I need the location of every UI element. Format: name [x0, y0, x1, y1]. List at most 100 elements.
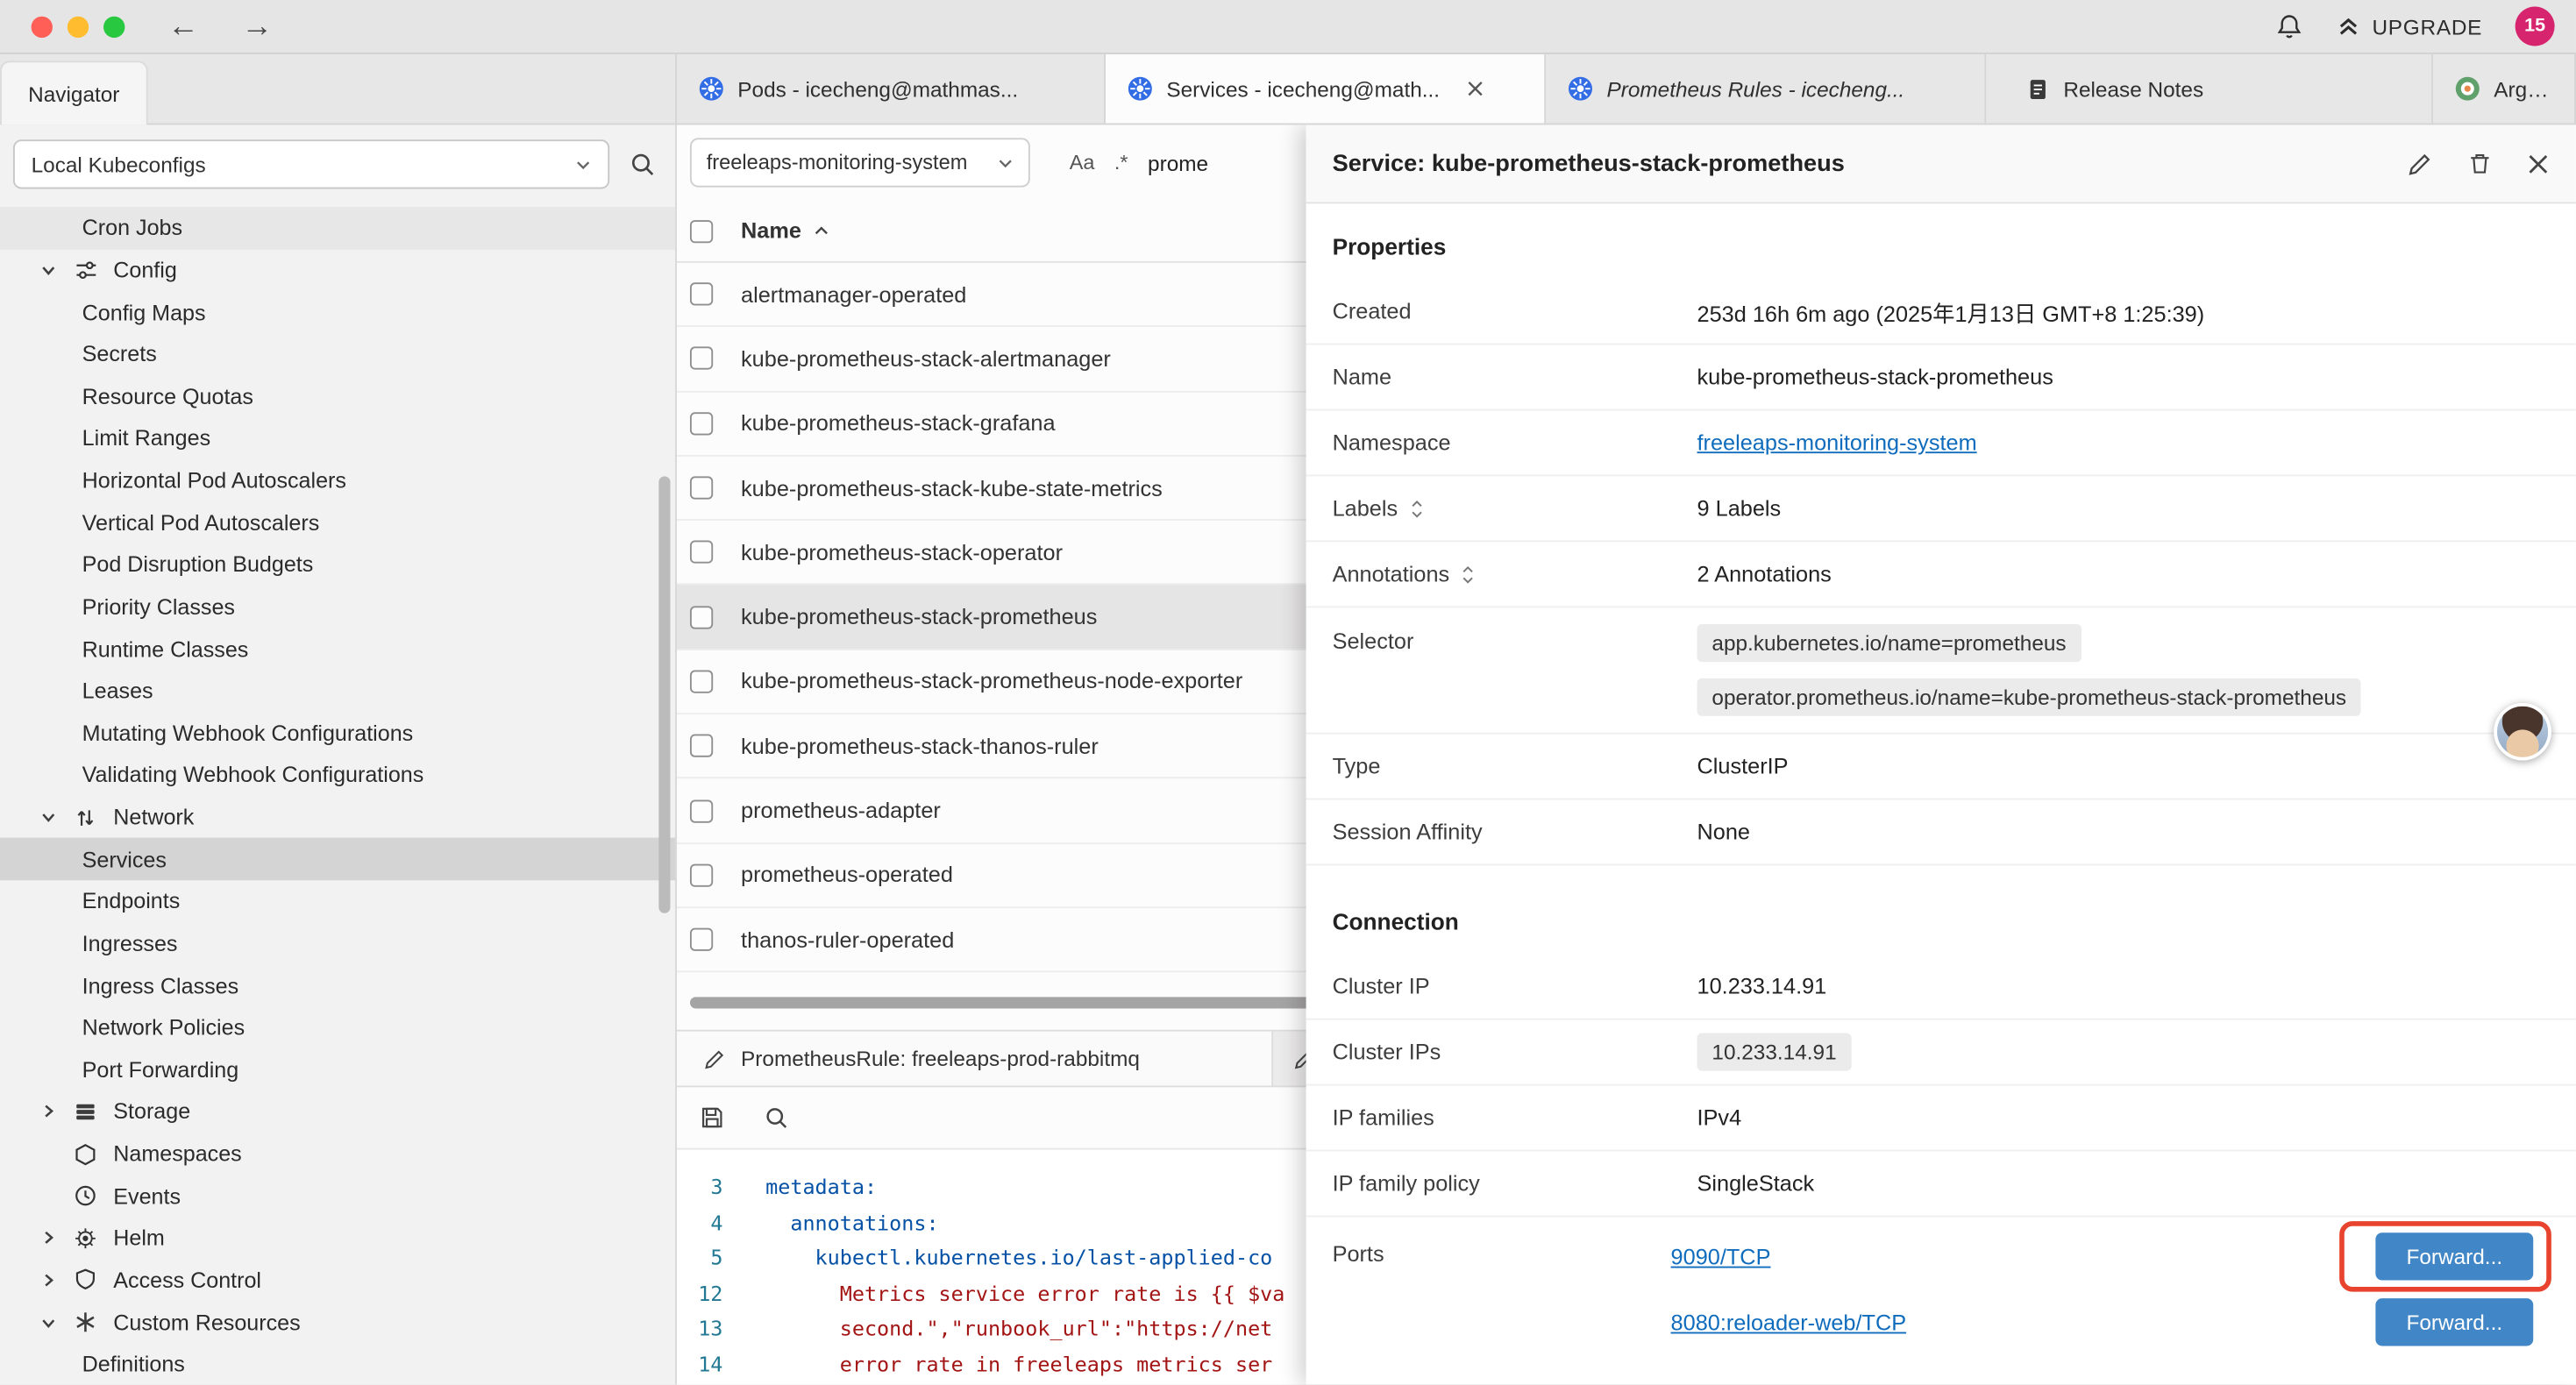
sidebar-item-network-policies[interactable]: Network Policies: [0, 1006, 675, 1048]
sidebar-item-config-maps[interactable]: Config Maps: [0, 291, 675, 333]
tab-prometheus-rules[interactable]: Prometheus Rules - icecheng...: [1546, 54, 1986, 124]
regex-toggle[interactable]: .*: [1114, 151, 1128, 174]
select-all-checkbox[interactable]: [690, 219, 713, 242]
chevron-right-icon: [39, 1103, 58, 1121]
sidebar-item-config[interactable]: Config: [0, 249, 675, 291]
property-row-session-affinity: Session Affinity None: [1306, 799, 2576, 865]
expand-updown-icon[interactable]: [1409, 499, 1424, 518]
row-checkbox[interactable]: [690, 412, 713, 435]
notifications-bell-icon[interactable]: [2275, 12, 2303, 40]
editor-search-icon[interactable]: [764, 1105, 788, 1130]
row-checkbox[interactable]: [690, 606, 713, 629]
sidebar-item-vertical-pod-autoscalers[interactable]: Vertical Pod Autoscalers: [0, 501, 675, 543]
code-line: second.","runbook_url":"https://net: [743, 1311, 1272, 1346]
sidebar-item-label: Runtime Classes: [82, 636, 249, 661]
row-checkbox[interactable]: [690, 799, 713, 822]
chevron-down-icon: [997, 157, 1014, 168]
sidebar-item-label: Limit Ranges: [82, 426, 210, 451]
sidebar-item-label: Custom Resources: [113, 1310, 300, 1334]
app-window: ← → UPGRADE 15 Navigator Pods - icecheng…: [0, 0, 2576, 1385]
row-checkbox[interactable]: [690, 476, 713, 499]
sidebar-item-pod-disruption-budgets[interactable]: Pod Disruption Budgets: [0, 543, 675, 586]
upgrade-button[interactable]: UPGRADE: [2336, 14, 2482, 39]
sidebar-item-mutating-webhook-configurations[interactable]: Mutating Webhook Configurations: [0, 712, 675, 754]
tab-label: Release Notes: [2063, 76, 2203, 101]
sidebar-item-label: Ingress Classes: [82, 973, 238, 998]
sidebar-item-horizontal-pod-autoscalers[interactable]: Horizontal Pod Autoscalers: [0, 459, 675, 501]
sidebar-item-namespaces[interactable]: Namespaces: [0, 1133, 675, 1175]
match-case-toggle[interactable]: Aa: [1070, 151, 1095, 174]
tab-argo[interactable]: Argo S: [2433, 54, 2576, 124]
chevron-down-icon: [39, 1313, 58, 1332]
code-line: Metrics service error rate is {{ $va: [743, 1275, 1284, 1310]
sidebar-item-label: Network Policies: [82, 1015, 245, 1040]
back-icon[interactable]: ←: [167, 11, 199, 42]
search-input[interactable]: prome: [1148, 150, 1208, 174]
property-row-ip-families: IP families IPv4: [1306, 1086, 2576, 1152]
kubeconfig-context-dropdown[interactable]: Local Kubeconfigs: [13, 139, 609, 188]
namespace-link[interactable]: freeleaps-monitoring-system: [1697, 430, 1977, 455]
close-icon[interactable]: [2527, 152, 2550, 174]
row-checkbox[interactable]: [690, 863, 713, 886]
forward-button[interactable]: Forward...: [2375, 1298, 2533, 1346]
sidebar-item-resource-quotas[interactable]: Resource Quotas: [0, 375, 675, 417]
row-checkbox[interactable]: [690, 928, 713, 951]
sidebar-item-runtime-classes[interactable]: Runtime Classes: [0, 628, 675, 670]
line-number: 13: [677, 1311, 743, 1346]
sidebar-item-ingress-classes[interactable]: Ingress Classes: [0, 964, 675, 1006]
property-row-labels: Labels 9 Labels: [1306, 476, 2576, 542]
notification-count-badge[interactable]: 15: [2516, 6, 2555, 46]
row-checkbox[interactable]: [690, 670, 713, 692]
sidebar-item-port-forwarding[interactable]: Port Forwarding: [0, 1048, 675, 1090]
close-window-button[interactable]: [32, 16, 53, 37]
row-checkbox[interactable]: [690, 347, 713, 370]
sidebar-item-network[interactable]: Network: [0, 796, 675, 838]
sidebar-item-validating-webhook-configurations[interactable]: Validating Webhook Configurations: [0, 754, 675, 796]
property-row-annotations: Annotations 2 Annotations: [1306, 542, 2576, 607]
sidebar-item-leases[interactable]: Leases: [0, 670, 675, 712]
assistant-avatar[interactable]: [2494, 703, 2551, 761]
dock-tab-prometheusrule[interactable]: PrometheusRule: freeleaps-prod-rabbitmq: [677, 1032, 1273, 1086]
sidebar-item-events[interactable]: Events: [0, 1175, 675, 1217]
kubernetes-icon: [698, 75, 724, 102]
sidebar-item-storage[interactable]: Storage: [0, 1090, 675, 1133]
sidebar-item-access-control[interactable]: Access Control: [0, 1259, 675, 1301]
row-checkbox[interactable]: [690, 735, 713, 757]
tab-services[interactable]: Services - icecheng@math...: [1106, 54, 1546, 124]
port-link[interactable]: 8080:reloader-web/TCP: [1671, 1310, 1907, 1334]
sidebar-item-definitions[interactable]: Definitions: [0, 1343, 675, 1385]
connection-section-heading: Connection: [1306, 865, 2576, 954]
tab-release-notes[interactable]: Release Notes: [1986, 54, 2433, 124]
sidebar-search-icon[interactable]: [630, 151, 656, 177]
minimize-window-button[interactable]: [68, 16, 89, 37]
sidebar-item-limit-ranges[interactable]: Limit Ranges: [0, 417, 675, 459]
close-tab-icon[interactable]: [1466, 79, 1485, 98]
row-checkbox[interactable]: [690, 541, 713, 564]
edit-pencil-icon[interactable]: [2407, 150, 2433, 176]
port-link[interactable]: 9090/TCP: [1671, 1244, 1771, 1268]
name-column-header[interactable]: Name: [741, 218, 829, 243]
tab-pods[interactable]: Pods - icecheng@mathmas...: [677, 54, 1106, 124]
forward-icon[interactable]: →: [241, 11, 273, 42]
sidebar-scrollbar[interactable]: [658, 476, 670, 913]
sidebar-item-endpoints[interactable]: Endpoints: [0, 880, 675, 922]
sidebar-item-helm[interactable]: Helm: [0, 1217, 675, 1259]
maximize-window-button[interactable]: [103, 16, 125, 37]
delete-trash-icon[interactable]: [2467, 151, 2492, 175]
service-name: prometheus-adapter: [741, 799, 941, 823]
sidebar-item-priority-classes[interactable]: Priority Classes: [0, 586, 675, 628]
save-icon[interactable]: [700, 1105, 724, 1130]
navigator-tab[interactable]: Navigator: [0, 60, 148, 124]
sidebar-item-custom-resources[interactable]: Custom Resources: [0, 1301, 675, 1343]
sidebar-item-label: Pod Disruption Budgets: [82, 552, 314, 577]
sidebar-item-cron-jobs[interactable]: Cron Jobs: [0, 207, 675, 249]
list-search-field[interactable]: Aa .* prome: [1053, 138, 1225, 187]
sidebar-item-secrets[interactable]: Secrets: [0, 333, 675, 375]
row-checkbox[interactable]: [690, 283, 713, 306]
sidebar-item-label: Leases: [82, 678, 153, 703]
sidebar-item-ingresses[interactable]: Ingresses: [0, 922, 675, 964]
forward-button[interactable]: Forward...: [2375, 1232, 2533, 1280]
sidebar-item-services[interactable]: Services: [0, 838, 675, 880]
expand-updown-icon[interactable]: [1461, 565, 1476, 584]
namespace-filter-dropdown[interactable]: freeleaps-monitoring-system: [690, 138, 1030, 187]
